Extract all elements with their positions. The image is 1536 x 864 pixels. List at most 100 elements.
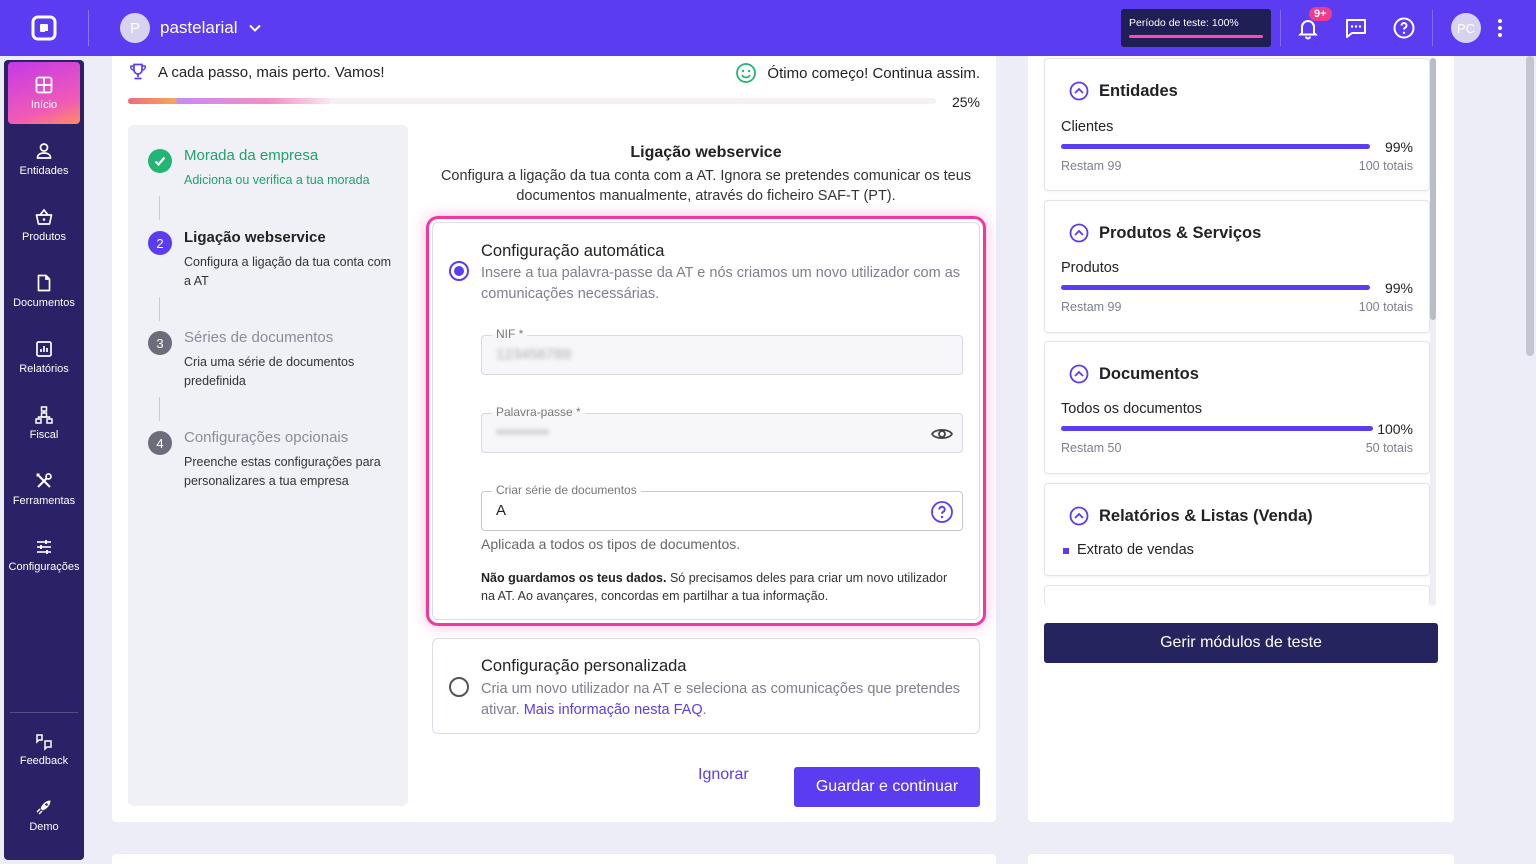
app-logo-icon[interactable]: [30, 14, 58, 42]
module-header[interactable]: Relatórios & Listas (Venda): [1069, 506, 1313, 526]
save-continue-button[interactable]: Guardar e continuar: [794, 767, 980, 807]
sidebar-item-configuracoes[interactable]: Configurações: [8, 524, 80, 586]
sidebar-item-relatorios[interactable]: Relatórios: [8, 326, 80, 388]
trial-progress-fill: [1129, 35, 1263, 38]
module-entidades: Entidades Clientes 99% Restam 99 100 tot…: [1044, 58, 1430, 191]
sidebar-item-label: Ferramentas: [12, 495, 76, 507]
chart-icon: [36, 341, 52, 357]
sidebar-item-entidades[interactable]: Entidades: [8, 128, 80, 190]
module-header[interactable]: Entidades: [1069, 81, 1178, 101]
step-desc: Cria uma série de documentos predefinida: [184, 355, 355, 388]
module-title: Documentos: [1099, 364, 1199, 383]
nif-label: NIF *: [492, 327, 528, 341]
basket-icon: [35, 208, 53, 225]
step-desc: Configura a ligação da tua conta com a A…: [184, 255, 392, 288]
module-total: 50 totais: [1365, 441, 1413, 455]
sidebar-item-documentos[interactable]: Documentos: [8, 260, 80, 322]
auto-config-desc: Insere a tua palavra-passe da AT e nós c…: [481, 265, 961, 302]
topbar-divider: [88, 10, 89, 46]
module-header[interactable]: Produtos & Serviços: [1069, 223, 1261, 243]
modules-scrollbar-thumb[interactable]: [1430, 58, 1436, 320]
next-card-edge: [112, 854, 996, 864]
nif-field[interactable]: NIF * 123456789: [481, 327, 963, 375]
module-item: Todos os documentos: [1061, 401, 1203, 417]
faq-link[interactable]: Mais informação nesta FAQ: [524, 702, 703, 718]
ignore-button[interactable]: Ignorar: [698, 766, 749, 784]
module-title: Entidades: [1099, 81, 1178, 100]
progress-message-right: Ótimo começo! Continua assim.: [735, 62, 980, 84]
step-title: Morada da empresa: [184, 147, 319, 164]
step-number: 3: [148, 331, 172, 355]
custom-config-option[interactable]: Configuração personalizada Cria um novo …: [432, 638, 980, 734]
sidebar-item-feedback[interactable]: Feedback: [8, 718, 80, 780]
module-percent: 100%: [1377, 421, 1413, 437]
password-field[interactable]: Palavra-passe * ••••••••••: [481, 405, 963, 453]
person-icon: [36, 143, 52, 159]
chevron-up-icon: [1069, 364, 1089, 384]
auto-config-option[interactable]: Configuração automática Insere a tua pal…: [432, 222, 980, 620]
auto-config-radio[interactable]: [449, 261, 469, 281]
progress-message-left: A cada passo, mais perto. Vamos!: [128, 62, 385, 82]
steps-panel: Morada da empresa Adiciona ou verifica a…: [128, 125, 408, 806]
account-switcher[interactable]: P pastelarial: [120, 13, 262, 43]
custom-config-desc-end: .: [702, 701, 707, 718]
form-title: Ligação webservice: [630, 144, 782, 161]
page-scrollbar[interactable]: [1526, 56, 1534, 356]
smile-icon: [736, 63, 757, 83]
top-bar: P pastelarial Período de teste: 100% 9+ …: [0, 0, 1536, 56]
document-series-label: Criar série de documentos: [492, 483, 641, 497]
module-list-item: Extrato de vendas: [1077, 542, 1194, 558]
module-progress-bar: [1061, 144, 1370, 149]
chevron-up-icon: [1069, 506, 1089, 526]
step-connector: [159, 397, 160, 421]
step-title: Ligação webservice: [184, 229, 326, 246]
rocket-icon: [36, 800, 51, 815]
sidebar-item-label: Feedback: [19, 755, 69, 767]
check-icon: [148, 149, 172, 173]
eye-icon[interactable]: [930, 422, 954, 446]
sidebar-item-inicio[interactable]: Início: [8, 62, 80, 124]
module-progress-bar: [1061, 285, 1370, 290]
chat-icon[interactable]: [1344, 16, 1368, 40]
module-produtos: Produtos & Serviços Produtos 99% Restam …: [1044, 200, 1430, 333]
sidebar-item-label: Entidades: [19, 165, 69, 177]
sidebar-item-ferramentas[interactable]: Ferramentas: [8, 458, 80, 520]
sidebar-item-label: Fiscal: [29, 429, 59, 441]
help-circle-icon[interactable]: [930, 500, 954, 524]
sidebar-item-label: Produtos: [21, 231, 67, 243]
step-desc: Preenche estas configurações para person…: [184, 455, 381, 488]
progress-percent: 25%: [951, 94, 980, 110]
trial-period-indicator[interactable]: Período de teste: 100%: [1121, 9, 1271, 47]
sidebar: Início Entidades Produtos Documentos Rel…: [4, 60, 84, 860]
custom-config-radio[interactable]: [449, 677, 469, 697]
privacy-note-bold: Não guardamos os teus dados.: [481, 571, 667, 585]
module-partial: [1044, 585, 1430, 606]
custom-config-desc: Cria um novo utilizador na AT e selecion…: [481, 679, 961, 720]
auto-config-title: Configuração automática: [481, 242, 665, 260]
module-total: 100 totais: [1358, 300, 1413, 314]
sidebar-item-fiscal[interactable]: Fiscal: [8, 392, 80, 454]
module-relatorios: Relatórios & Listas (Venda) Extrato de v…: [1044, 483, 1430, 576]
module-header[interactable]: Documentos: [1069, 364, 1199, 384]
progress-left-text: A cada passo, mais perto. Vamos!: [158, 63, 385, 81]
module-progress-bar: [1061, 426, 1373, 431]
module-title: Relatórios & Listas (Venda): [1099, 506, 1313, 525]
help-icon[interactable]: [1392, 16, 1416, 40]
sidebar-divider: [10, 712, 78, 713]
trial-modules-card: Entidades Clientes 99% Restam 99 100 tot…: [1028, 56, 1454, 822]
document-series-field[interactable]: Criar série de documentos A: [481, 483, 963, 531]
password-label: Palavra-passe *: [492, 405, 585, 419]
module-remaining: Restam 99: [1061, 159, 1122, 173]
sidebar-item-produtos[interactable]: Produtos: [8, 194, 80, 256]
module-percent: 99%: [1384, 280, 1413, 296]
sidebar-item-label: Início: [30, 99, 58, 111]
sidebar-item-demo[interactable]: Demo: [8, 784, 80, 846]
module-percent: 99%: [1384, 139, 1413, 155]
manage-trial-modules-button[interactable]: Gerir módulos de teste: [1044, 623, 1438, 663]
user-avatar[interactable]: PC: [1451, 13, 1481, 43]
module-remaining: Restam 99: [1061, 300, 1122, 314]
onboarding-card: A cada passo, mais perto. Vamos! Ótimo c…: [112, 56, 996, 822]
password-value: ••••••••••: [496, 424, 549, 441]
more-vertical-icon[interactable]: [1488, 16, 1512, 40]
modules-scrollbar[interactable]: [1430, 58, 1436, 606]
